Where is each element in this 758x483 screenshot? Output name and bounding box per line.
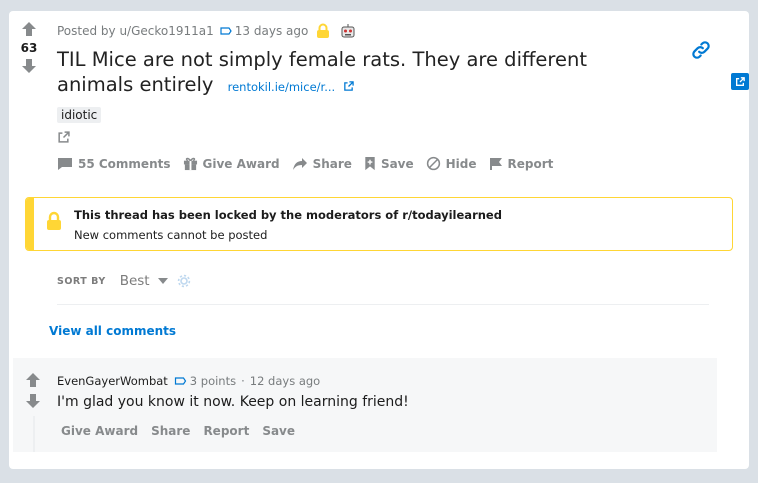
gift-icon [183,157,197,171]
post-card: 63 Posted by u/Gecko1911a1 13 days ago T… [9,11,749,469]
give-award-button[interactable]: Give Award [183,156,280,171]
locked-thread-banner: This thread has been locked by the moder… [25,197,733,251]
hide-label: Hide [445,156,477,171]
open-external-button[interactable] [731,73,749,90]
comment-body: I'm glad you know it now. Keep on learni… [57,394,409,410]
comment: EvenGayerWombat 3 points · 12 days ago I… [13,358,717,452]
post-domain: rentokil.ie/mice/r... [227,80,336,94]
comment-report-button[interactable]: Report [203,424,249,438]
sort-label: SORT BY [57,275,106,287]
lock-subtitle: New comments cannot be posted [74,228,268,242]
post-flair[interactable]: idiotic [57,107,102,123]
comment-share-button[interactable]: Share [151,424,190,438]
hide-button[interactable]: Hide [426,156,477,171]
report-button[interactable]: Report [489,156,554,171]
tag-icon [174,377,187,385]
report-icon [489,157,502,170]
comment-points: 3 points [189,374,237,388]
upvote-icon[interactable] [25,372,41,388]
view-all-comments-link[interactable]: View all comments [49,324,176,338]
comment-vote-column [25,372,41,414]
comment-author[interactable]: EvenGayerWombat [57,374,168,388]
downvote-icon[interactable] [21,58,37,74]
sort-divider [57,304,709,305]
comment-icon [58,157,72,170]
comment-age[interactable]: 12 days ago [250,374,320,388]
downvote-icon[interactable] [25,393,41,409]
comments-label: 55 Comments [78,156,171,171]
caret-down-icon[interactable] [157,278,168,284]
post-actions: 55 Comments Give Award Share Save Hide R… [57,156,565,171]
banner-accent [26,198,34,250]
vote-column: 63 [17,21,41,74]
save-icon [365,156,375,171]
comment-thread-line[interactable] [33,416,35,452]
sort-dropdown[interactable]: Best [120,273,150,289]
post-domain-link[interactable]: rentokil.ie/mice/r... [228,80,354,94]
meta-separator: · [241,374,245,388]
gear-icon[interactable] [176,273,192,289]
post: 63 Posted by u/Gecko1911a1 13 days ago T… [9,11,749,201]
comment-give-award-button[interactable]: Give Award [61,424,138,438]
comment-save-button[interactable]: Save [262,424,295,438]
save-button[interactable]: Save [364,156,414,171]
padlock-icon [47,211,61,230]
report-label: Report [507,156,554,171]
sort-control: SORT BY Best [57,273,192,289]
share-label: Share [312,156,352,171]
post-age[interactable]: 13 days ago [235,24,309,38]
save-label: Save [380,156,414,171]
post-title-block: TIL Mice are not simply female rats. The… [57,47,657,100]
upvote-icon[interactable] [21,21,37,37]
robot-award-icon[interactable] [340,23,356,39]
comment-actions: Give Award Share Report Save [61,424,308,438]
external-link-icon [344,81,354,91]
link-icon[interactable] [690,39,712,61]
comment-meta: EvenGayerWombat 3 points · 12 days ago [57,374,320,388]
external-link-icon [736,76,745,86]
posted-by[interactable]: Posted by u/Gecko1911a1 [57,24,214,38]
share-button[interactable]: Share [292,157,352,171]
tag-icon [220,27,232,35]
comments-button[interactable]: 55 Comments [57,157,171,171]
post-score: 63 [20,41,38,55]
give-award-label: Give Award [202,156,280,171]
share-icon [292,157,307,170]
post-meta: Posted by u/Gecko1911a1 13 days ago [57,23,356,39]
hide-icon [426,156,440,171]
external-link-icon[interactable] [57,131,70,144]
lock-award-icon[interactable] [316,23,330,39]
lock-title: This thread has been locked by the moder… [74,208,502,222]
